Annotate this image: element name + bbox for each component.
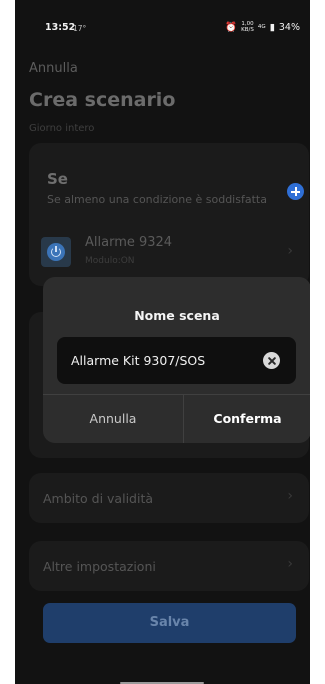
status-time: 13:52 — [45, 22, 76, 33]
validity-row[interactable]: Ambito di validità › — [29, 473, 309, 523]
scene-name-dialog: Nome scena Allarme Kit 9307/SOS Annulla … — [43, 277, 310, 443]
if-section-card: Se Se almeno una condizione è soddisfatt… — [29, 143, 309, 286]
if-condition-mode[interactable]: Se almeno una condizione è soddisfatta — [47, 193, 267, 206]
status-bar: 13:52 17° ⏰ 1,00 KB/S 4G ▮ 34% — [15, 0, 310, 44]
chevron-right-icon[interactable]: › — [287, 243, 293, 259]
alarm-clock-icon: ⏰ — [225, 21, 238, 33]
condition-name[interactable]: Allarme 9324 — [85, 235, 172, 250]
if-section-title: Se — [47, 170, 68, 188]
network-speed-unit: KB/S — [241, 27, 254, 33]
chevron-right-icon: › — [287, 488, 293, 504]
cancel-link[interactable]: Annulla — [29, 61, 78, 76]
status-indicators: ⏰ 1,00 KB/S 4G ▮ 34% — [225, 21, 300, 33]
dialog-cancel-button[interactable]: Annulla — [43, 395, 183, 443]
add-condition-icon[interactable] — [287, 183, 304, 200]
clear-input-icon[interactable] — [263, 352, 280, 369]
condition-detail: Modulo:ON — [85, 256, 135, 266]
page-subtitle[interactable]: Giorno intero — [29, 123, 94, 134]
validity-label: Ambito di validità — [43, 491, 154, 506]
save-button-label: Salva — [149, 615, 190, 630]
scene-name-value[interactable]: Allarme Kit 9307/SOS — [71, 353, 205, 368]
phone-screen: 13:52 17° ⏰ 1,00 KB/S 4G ▮ 34% Annulla C… — [15, 0, 310, 684]
page-title: Crea scenario — [29, 89, 176, 111]
signal-icon: ▮ — [269, 21, 275, 33]
network-type: 4G — [257, 24, 266, 30]
dialog-confirm-button[interactable]: Conferma — [184, 395, 310, 443]
condition-device-icon — [41, 237, 71, 267]
power-icon — [47, 243, 65, 261]
other-settings-label: Altre impostazioni — [43, 559, 156, 574]
other-settings-row[interactable]: Altre impostazioni › — [29, 541, 309, 591]
chevron-right-icon: › — [287, 556, 293, 572]
scene-name-input[interactable]: Allarme Kit 9307/SOS — [57, 337, 296, 384]
save-button[interactable]: Salva — [43, 603, 296, 643]
network-speed: 1,00 KB/S — [241, 21, 254, 33]
status-temperature: 17° — [73, 24, 87, 33]
dialog-title: Nome scena — [134, 308, 220, 323]
battery-percent: 34% — [278, 21, 300, 33]
